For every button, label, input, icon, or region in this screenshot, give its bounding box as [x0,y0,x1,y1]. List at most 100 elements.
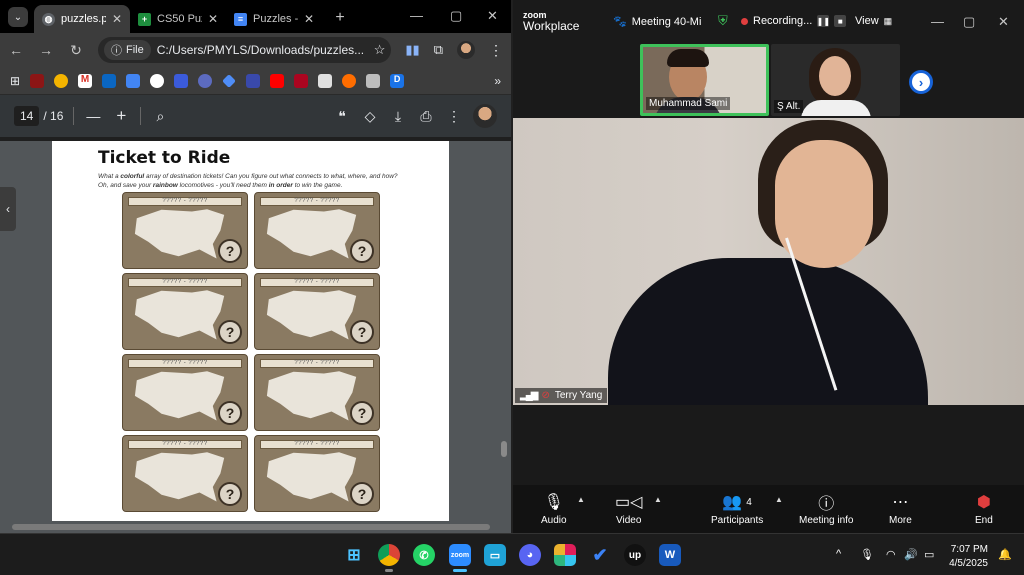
usa-map-icon [266,371,357,421]
show-hidden-icons[interactable]: ^ [836,548,841,560]
close-tab-icon[interactable]: ✕ [304,12,314,26]
video-options-caret[interactable]: ▲ [654,495,662,504]
meeting-info-button[interactable]: ⓘ Meeting info [799,493,853,526]
ticket-card: ????? - ?????? [122,354,248,431]
pdf-menu-icon[interactable]: ⋮ [445,108,463,125]
close-tab-icon[interactable]: ✕ [112,12,122,26]
download-icon[interactable]: ⤓ [389,108,407,125]
participant-tile[interactable]: Ş Alt. [771,44,900,116]
close-tab-icon[interactable]: ✕ [208,12,218,26]
zoom-taskbar-icon[interactable]: zoom [449,544,471,572]
next-page-arrow-icon[interactable]: › [909,70,933,94]
notification-bell-icon[interactable]: 🔔 [998,548,1012,561]
reload-icon[interactable]: ↻ [68,42,84,59]
sidebar-toggle-icon[interactable]: ‹ [0,187,16,231]
speaker-name-label: ▂▄▆ ⊘ Terry Yang [515,388,608,403]
maximize-button[interactable]: ▢ [450,8,462,24]
todo-check-icon[interactable]: ✔ [589,544,611,566]
bookmark-youtube-icon[interactable] [270,73,285,88]
site-info-chip[interactable]: ⓘ File [104,40,151,60]
bookmark-linkedin-icon[interactable] [102,73,117,88]
new-tab-button[interactable]: + [332,9,348,27]
bookmark-gemini-icon[interactable] [222,73,236,88]
audio-options-caret[interactable]: ▲ [577,495,585,504]
desktop-monitor-icon[interactable]: ▭ [484,544,506,566]
video-button[interactable]: ▭◁ Video [615,493,642,526]
annotate-icon[interactable]: ◇ [361,108,379,125]
chrome-menu-icon[interactable]: ⋮ [489,42,503,59]
pdf-viewer[interactable]: ‹ Ticket to Ride What a colorful array o… [0,141,511,533]
zoom-close-button[interactable]: ✕ [998,14,1009,30]
system-clock[interactable]: 7:07 PM 4/5/2025 [949,543,988,571]
audio-button[interactable]: 🎙 Audio [541,493,567,526]
battery-icon[interactable]: ▭ [924,548,934,561]
main-speaker-video[interactable]: ▂▄▆ ⊘ Terry Yang [513,118,1024,405]
back-icon[interactable]: ← [8,42,24,58]
minimize-button[interactable]: — [410,8,423,23]
mic-tray-icon[interactable]: 🎙 [860,548,874,561]
bookmark-arizona-icon[interactable] [294,73,309,88]
bookmark-plus-icon[interactable] [198,73,213,88]
meeting-title[interactable]: 🐾 Meeting 40-Mi [613,15,701,29]
volume-icon[interactable]: 🔊 [904,548,918,561]
tab-cs50-puzzles[interactable]: + CS50 Puzzles ✕ [130,5,226,33]
bookmark-bird-icon[interactable] [246,73,261,88]
bookmark-fire-icon[interactable] [342,73,357,88]
more-button[interactable]: ⋯ More [889,493,912,526]
print-icon[interactable]: ⎙ [417,108,435,125]
forward-icon[interactable]: → [38,42,54,58]
zoom-minimize-button[interactable]: — [931,14,944,29]
word-icon[interactable]: W [659,544,681,566]
apps-grid-icon[interactable]: ⊞ [10,74,20,88]
stop-recording-button[interactable]: ■ [834,15,847,27]
bookmark-brand-icon[interactable] [174,73,189,88]
bookmark-gmail-icon[interactable]: M [78,73,93,88]
ticket-card: ????? - ?????? [122,192,248,269]
bookmark-d-icon[interactable]: D [390,73,405,88]
security-shield-icon[interactable]: ⛨ [718,13,728,29]
chrome-taskbar-icon[interactable] [378,544,400,572]
page-number-input[interactable]: 14 [14,106,40,126]
search-icon[interactable]: ⌕ [151,108,169,125]
tab-puzzles-docs[interactable]: ≡ Puzzles - Google Docs ✕ [226,5,322,33]
horizontal-scrollbar[interactable] [0,521,511,533]
whatsapp-icon[interactable]: ✆ [413,544,435,566]
zoom-in-icon[interactable]: + [112,106,130,126]
end-meeting-button[interactable]: ⬢ End [975,493,993,526]
quote-icon[interactable]: ❝ [333,108,351,125]
bookmark-sun-icon[interactable] [54,73,69,88]
tab-strip: ⌄ ◍ puzzles.pdf ✕ + CS50 Puzzles ✕ ≡ Puz… [0,0,511,33]
bookmark-docs-icon[interactable] [126,73,141,88]
bookmark-museum-icon[interactable] [318,73,333,88]
upwork-icon[interactable]: up [624,544,646,566]
zoom-out-icon[interactable]: — [84,108,102,124]
tab-puzzles-pdf[interactable]: ◍ puzzles.pdf ✕ [34,5,130,33]
bookmark-tile-icon[interactable] [366,73,381,88]
pause-recording-button[interactable]: ❚❚ [817,15,830,27]
address-bar[interactable]: ⓘ File C:/Users/PMYLS/Downloads/puzzles.… [98,37,392,63]
bookmark-chatgpt-icon[interactable] [150,73,165,88]
globe-icon: ◍ [42,12,55,26]
grid-icon: ▦ [883,15,893,26]
profile-avatar[interactable] [473,104,497,128]
signal-bars-icon: ▂▄▆ [520,390,539,401]
profile-avatar[interactable] [457,41,475,59]
close-window-button[interactable]: ✕ [487,8,498,24]
participants-button[interactable]: 👥 4 Participants [711,493,763,526]
participants-options-caret[interactable]: ▲ [775,495,783,504]
start-windows-icon[interactable]: ⊞ [343,544,365,566]
bookmark-stanford-icon[interactable] [30,73,45,88]
tab-search-button[interactable]: ⌄ [8,7,28,27]
discord-icon[interactable]: ◕ [519,544,541,566]
extension-chart-icon[interactable]: ▮▮ [405,42,419,58]
more-bookmarks-icon[interactable]: » [494,74,501,88]
extensions-icon[interactable]: ⧉ [434,42,443,58]
vertical-scrollbar[interactable] [501,141,507,521]
view-button[interactable]: View ▦ [855,15,892,27]
zoom-maximize-button[interactable]: ▢ [963,14,975,30]
bookmark-star-icon[interactable]: ☆ [374,42,386,58]
participant-tile[interactable]: Muhammad Sami [640,44,769,116]
slack-icon[interactable] [554,544,576,566]
wifi-icon[interactable]: ◠ [886,548,896,561]
sheets-icon: + [138,12,151,26]
